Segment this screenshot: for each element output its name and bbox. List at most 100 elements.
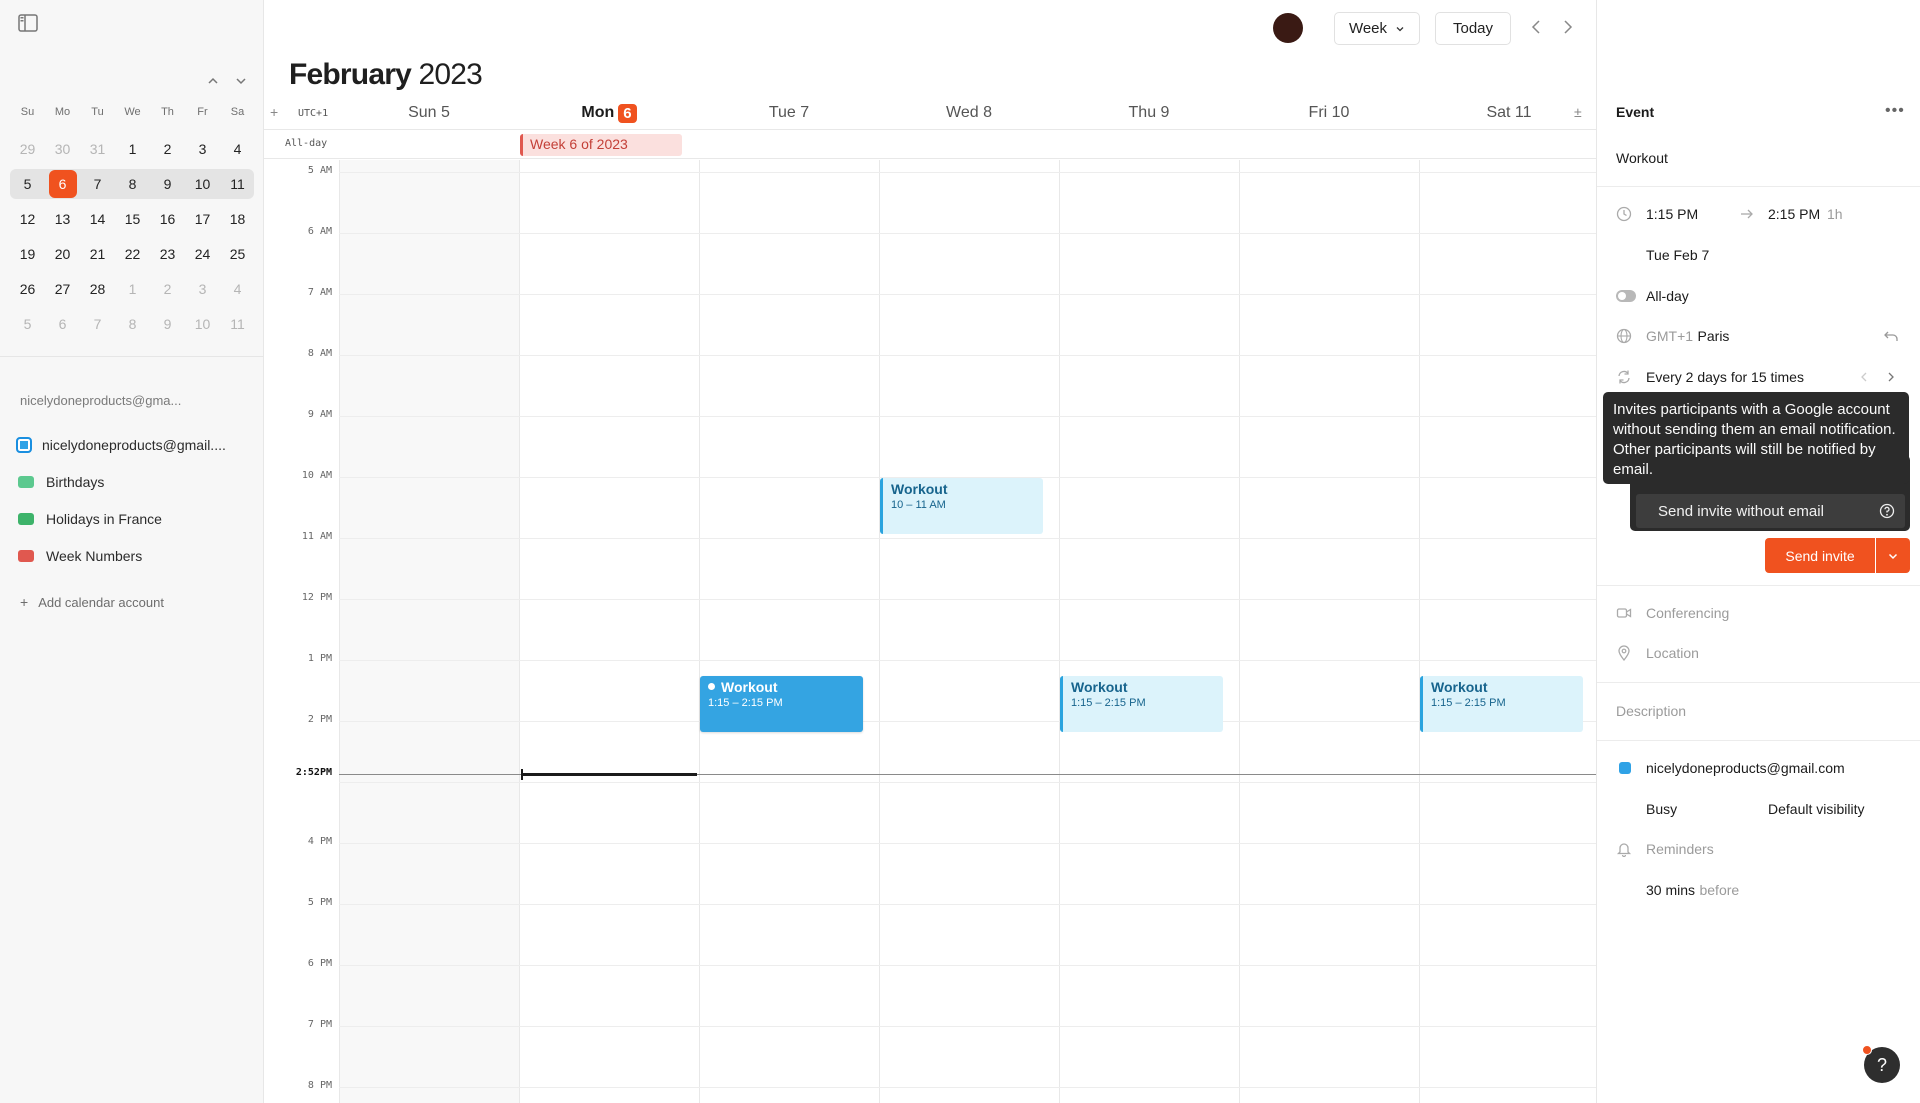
event-date[interactable]: Tue Feb 7 <box>1646 247 1709 263</box>
day-header[interactable]: Sun 5 <box>339 98 519 128</box>
mini-day[interactable]: 1 <box>115 274 150 304</box>
mini-day[interactable]: 10 <box>185 309 220 339</box>
mini-day[interactable]: 6 <box>45 309 80 339</box>
calendar-item[interactable]: Week Numbers <box>16 537 252 574</box>
mini-day[interactable]: 17 <box>185 204 220 234</box>
day-header[interactable]: Mon 6 <box>519 98 699 128</box>
mini-day[interactable]: 28 <box>80 274 115 304</box>
day-header[interactable]: Tue 7 <box>699 98 879 128</box>
recurrence-field[interactable]: Every 2 days for 15 times <box>1646 369 1804 385</box>
mini-day[interactable]: 13 <box>45 204 80 234</box>
description-field[interactable]: Description <box>1616 703 1686 719</box>
mini-day[interactable]: 30 <box>45 134 80 164</box>
mini-day[interactable]: 2 <box>150 274 185 304</box>
mini-day[interactable]: 18 <box>220 204 255 234</box>
chevron-left-icon[interactable] <box>1528 18 1546 36</box>
mini-day[interactable]: 8 <box>115 169 150 199</box>
mini-day[interactable]: 24 <box>185 239 220 269</box>
mini-day[interactable]: 14 <box>80 204 115 234</box>
day-header[interactable]: Wed 8 <box>879 98 1059 128</box>
weekday-label: Mo <box>54 106 71 118</box>
mini-day[interactable]: 31 <box>80 134 115 164</box>
mini-day[interactable]: 16 <box>150 204 185 234</box>
day-header[interactable]: Fri 10 <box>1239 98 1419 128</box>
chevron-down-icon[interactable] <box>234 74 248 88</box>
mini-day[interactable]: 9 <box>150 309 185 339</box>
mini-day[interactable]: 4 <box>220 134 255 164</box>
busy-field[interactable]: Busy <box>1646 801 1677 817</box>
calendar-event[interactable]: Workout 10 – 11 AM <box>880 478 1043 535</box>
allday-toggle[interactable] <box>1616 290 1636 302</box>
panel-divider <box>1597 682 1920 683</box>
sidebar-toggle-icon[interactable] <box>18 14 38 32</box>
calendar-item[interactable]: nicelydoneproducts@gmail.... <box>16 426 252 463</box>
end-time[interactable]: 2:15 PM <box>1768 206 1820 222</box>
mini-day[interactable]: 7 <box>80 309 115 339</box>
mini-day[interactable]: 1 <box>115 134 150 164</box>
mini-day[interactable]: 3 <box>185 134 220 164</box>
mini-day[interactable]: 8 <box>115 309 150 339</box>
send-invite-menu-button[interactable] <box>1876 538 1910 573</box>
mini-day-number: 27 <box>54 281 71 297</box>
mini-day[interactable]: 22 <box>115 239 150 269</box>
chevron-right-icon[interactable] <box>1558 18 1576 36</box>
mini-day[interactable]: 3 <box>185 274 220 304</box>
calendar-account-field[interactable]: nicelydoneproducts@gmail.com <box>1646 760 1845 776</box>
day-header-label: Thu 9 <box>1128 104 1170 121</box>
today-button[interactable]: Today <box>1435 12 1511 45</box>
reminder-field[interactable]: 30 mins before <box>1646 882 1739 900</box>
add-timezone-icon[interactable]: + <box>270 104 278 120</box>
day-header[interactable]: Thu 9 <box>1059 98 1239 128</box>
mini-day[interactable]: 10 <box>185 169 220 199</box>
calendar-item[interactable]: Birthdays <box>16 463 252 500</box>
mini-day[interactable]: 27 <box>45 274 80 304</box>
mini-day[interactable]: 25 <box>220 239 255 269</box>
undo-icon[interactable] <box>1883 328 1899 344</box>
mini-day[interactable]: 5 <box>10 309 45 339</box>
view-select[interactable]: Week <box>1334 12 1420 45</box>
allday-event[interactable]: Week 6 of 2023 <box>520 134 682 156</box>
mini-day[interactable]: 23 <box>150 239 185 269</box>
calendar-event[interactable]: Workout 1:15 – 2:15 PM <box>1420 676 1583 733</box>
hour-label: 2 PM <box>307 714 332 726</box>
mini-day[interactable]: 20 <box>45 239 80 269</box>
calendar-event[interactable]: Workout 1:15 – 2:15 PM <box>1060 676 1223 733</box>
send-invite-button[interactable]: Send invite <box>1765 538 1875 573</box>
conferencing-field[interactable]: Conferencing <box>1646 605 1729 621</box>
mini-day-today[interactable]: 6 <box>45 169 80 199</box>
calendar-item[interactable]: Holidays in France <box>16 500 252 537</box>
add-calendar-account-button[interactable]: + Add calendar account <box>20 594 164 610</box>
chevron-left-icon[interactable] <box>1856 369 1872 385</box>
day-header-label: Tue 7 <box>768 104 810 121</box>
visibility-field[interactable]: Default visibility <box>1768 801 1864 817</box>
mini-calendar-week: 29 30 31 1 2 3 4 <box>10 134 254 164</box>
mini-day[interactable]: 5 <box>10 169 45 199</box>
day-header[interactable]: Sat 11 <box>1419 98 1599 128</box>
location-field[interactable]: Location <box>1646 645 1699 661</box>
mini-day[interactable]: 9 <box>150 169 185 199</box>
mini-day[interactable]: 19 <box>10 239 45 269</box>
calendar-app: Su Mo Tu We Th Fr Sa 29 30 31 1 2 3 4 5 6 7 8 9 10 11 12 13 14… <box>0 0 1920 1103</box>
chevron-up-icon[interactable] <box>206 74 220 88</box>
mini-day[interactable]: 7 <box>80 169 115 199</box>
avatar[interactable] <box>1273 13 1303 43</box>
mini-day[interactable]: 2 <box>150 134 185 164</box>
calendar-color-swatch <box>1619 762 1631 774</box>
mini-day[interactable]: 21 <box>80 239 115 269</box>
mini-day[interactable]: 11 <box>220 309 255 339</box>
more-icon[interactable]: ••• <box>1885 102 1905 120</box>
mini-day[interactable]: 11 <box>220 169 255 199</box>
calendar-event[interactable]: Workout 1:15 – 2:15 PM <box>700 676 863 733</box>
mini-day[interactable]: 15 <box>115 204 150 234</box>
mini-day[interactable]: 4 <box>220 274 255 304</box>
timezone-field[interactable]: GMT+1 Paris <box>1646 328 1729 346</box>
chevron-right-icon[interactable] <box>1883 369 1899 385</box>
event-title-input[interactable]: Workout <box>1616 150 1668 166</box>
send-invite-without-email-option[interactable]: Send invite without email <box>1636 494 1905 528</box>
hour-gridline <box>339 1087 1596 1089</box>
start-time[interactable]: 1:15 PM <box>1646 206 1698 222</box>
mini-day[interactable]: 26 <box>10 274 45 304</box>
mini-day[interactable]: 29 <box>10 134 45 164</box>
mini-day[interactable]: 12 <box>10 204 45 234</box>
time-grid[interactable]: 5 AM 6 AM 7 AM 8 AM 9 AM 10 AM 11 AM 12 PM 1 PM 2… <box>264 160 1596 1103</box>
